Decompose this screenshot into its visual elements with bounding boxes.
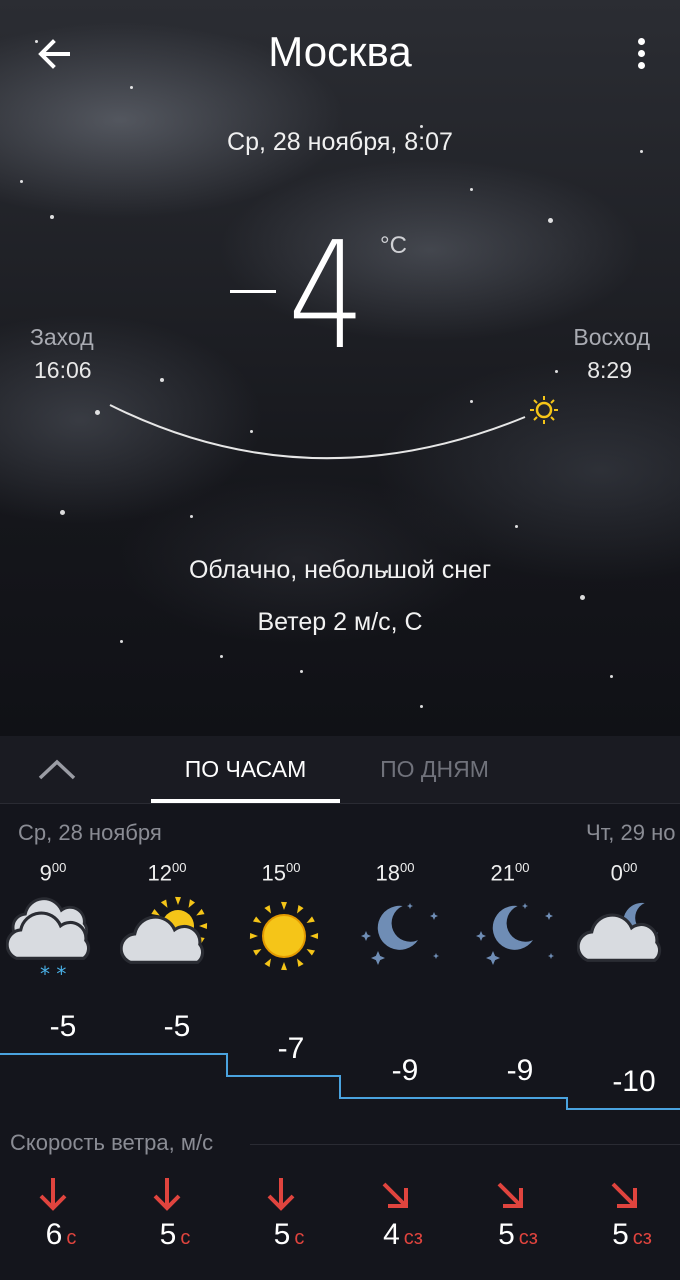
moon-cloud-icon: [577, 902, 662, 962]
tab-daily[interactable]: ПО ДНЯМ: [340, 756, 529, 783]
forecast-hour: 000: [574, 860, 674, 886]
moon-stars-icon: [476, 903, 554, 965]
wind-speed: 5с: [125, 1218, 225, 1252]
snowflake: [420, 705, 423, 708]
sun-cloud-icon: [120, 896, 208, 964]
moon-stars-icon: [361, 903, 439, 965]
current-datetime: Ср, 28 ноября, 8:07: [227, 128, 453, 156]
snowflake: [548, 218, 553, 223]
hour-minutes: 00: [400, 860, 415, 875]
wind-speed: 5 сз: [582, 1218, 680, 1252]
active-tab-indicator: [151, 799, 340, 803]
hour-minutes: 00: [515, 860, 530, 875]
arrow-down-icon: [267, 1178, 295, 1211]
arrow-down-right-icon: [497, 1182, 523, 1208]
forecast-tabs: ПО ЧАСАМ ПО ДНЯМ: [0, 736, 680, 804]
hourly-forecast[interactable]: Ср, 28 ноября Чт, 29 но 900 * * -5 1200 -5…: [0, 804, 680, 1280]
wind-direction: сз: [518, 1227, 538, 1249]
more-menu-icon[interactable]: [632, 38, 650, 70]
day-label-next: Чт, 29 но: [586, 820, 676, 845]
temperature-minus-sign: [230, 290, 276, 293]
wind-speed-value: 5: [273, 1218, 291, 1251]
day-label-current: Ср, 28 ноября: [18, 820, 162, 845]
sunrise-label: Восход: [573, 324, 650, 350]
forecast-hour: 1800: [345, 860, 445, 886]
weather-condition: Облачно, небольшой снег: [188, 556, 492, 584]
tab-hourly[interactable]: ПО ЧАСАМ: [151, 756, 340, 783]
hour-value: 9: [39, 860, 52, 886]
snowflake: [470, 188, 473, 191]
forecast-hour: 900: [3, 860, 103, 886]
snowflake: [515, 525, 518, 528]
forecast-hour: 2100: [460, 860, 560, 886]
wind-direction: с: [66, 1227, 77, 1249]
wind-speed-title: Скорость ветра, м/с: [10, 1130, 214, 1155]
sun-icon: [249, 901, 319, 971]
current-temperature: 4: [288, 210, 366, 382]
sunset-label: Заход: [30, 324, 94, 350]
hour-minutes: 00: [51, 860, 67, 875]
cloud-snow-icon: * *: [6, 897, 91, 986]
snowflake: [160, 378, 164, 382]
temperature-step-line: [0, 1053, 680, 1110]
snowflake: [20, 180, 23, 183]
current-wind: Ветер 2 м/с, С: [257, 608, 423, 636]
sunrise-time: 8:29: [587, 357, 632, 383]
wind-speed: 5с: [239, 1218, 339, 1252]
forecast-hour: 1500: [231, 860, 331, 886]
wind-speed-value: 4: [383, 1218, 400, 1251]
hour-value: 21: [490, 860, 515, 886]
snowflake: [300, 670, 303, 673]
hero-background: Москва Ср, 28 ноября, 8:07 4 °C Заход 16…: [0, 0, 680, 736]
wind-speed-value: 5: [498, 1218, 515, 1251]
hour-value: 12: [147, 860, 172, 886]
wind-speed-value: 6: [45, 1218, 63, 1251]
snowflake: [555, 370, 558, 373]
snowflake: [610, 675, 613, 678]
arrow-down-icon: [153, 1178, 181, 1211]
arrow-down-icon: [39, 1178, 67, 1211]
wind-speed: 6с: [11, 1218, 111, 1252]
snowflake: [190, 515, 193, 518]
wind-speed: 4 сз: [353, 1218, 453, 1252]
wind-direction: с: [180, 1227, 191, 1249]
wind-speed: 5 сз: [468, 1218, 568, 1252]
sun-position-icon: [530, 396, 558, 424]
wind-direction: сз: [632, 1227, 652, 1249]
hour-minutes: 00: [172, 860, 187, 875]
hour-value: 18: [375, 860, 400, 886]
chevron-up-icon[interactable]: [36, 756, 78, 784]
snowflake: [50, 215, 54, 219]
sun-path-arc: [109, 396, 558, 460]
hour-value: 15: [261, 860, 286, 886]
arrow-down-right-icon: [382, 1182, 408, 1208]
wind-direction: с: [294, 1227, 305, 1249]
city-title: Москва: [268, 28, 412, 75]
wind-speed-value: 5: [612, 1218, 629, 1251]
snowflake: [60, 510, 65, 515]
wind-speed-value: 5: [159, 1218, 177, 1251]
snowflake: [130, 86, 133, 89]
forecast-hour: 1200: [117, 860, 217, 886]
snowflake: [220, 655, 223, 658]
temperature-unit: °C: [380, 232, 407, 259]
divider: [250, 1144, 680, 1145]
wind-direction: сз: [403, 1227, 423, 1249]
hour-value: 0: [610, 860, 623, 886]
hour-minutes: 00: [622, 860, 638, 875]
svg-text:* *: * *: [40, 962, 66, 986]
arrow-down-right-icon: [611, 1182, 637, 1208]
snowflake: [120, 640, 123, 643]
sunset-time: 16:06: [34, 357, 92, 383]
hour-minutes: 00: [286, 860, 301, 875]
snowflake: [580, 595, 585, 600]
